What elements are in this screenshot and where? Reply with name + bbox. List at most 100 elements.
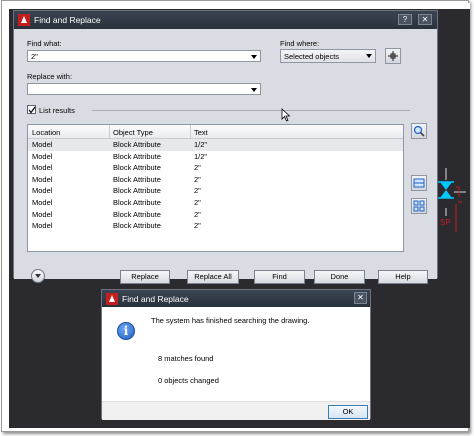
cell-object-type: Block Attribute (113, 198, 161, 207)
chevron-down-icon[interactable] (251, 88, 257, 92)
replace-button-label: Replace (131, 272, 159, 281)
find-where-label: Find where: (280, 39, 320, 48)
cell-text: 2" (194, 174, 201, 184)
zoom-icon (413, 125, 425, 137)
help-icon: ? (402, 15, 408, 24)
cell-location: Model (32, 186, 53, 196)
ok-button[interactable]: OK (328, 405, 368, 419)
cell-text: 2" (194, 198, 201, 207)
chevron-down-icon[interactable] (366, 54, 372, 58)
replace-all-button[interactable]: Replace All (187, 270, 239, 284)
cell-object-type: Block Attribute (113, 140, 161, 149)
close-icon: ✕ (357, 293, 364, 302)
search-complete-dialog: Find and Replace ✕ i The system has fini… (101, 289, 371, 420)
table-row[interactable]: Model Block Attribute 1/2" (28, 151, 403, 163)
message-line-2: 8 matches found (158, 354, 214, 363)
table-row[interactable]: Model Block Attribute 1/2" (28, 139, 403, 151)
info-icon: i (117, 322, 135, 340)
title-help-button[interactable]: ? (398, 14, 412, 25)
divider (92, 110, 410, 111)
done-button-label: Done (330, 272, 349, 281)
cad-valve-symbol: SP (438, 168, 466, 232)
table-row[interactable]: Model Block Attribute 2" (28, 162, 403, 174)
find-what-value: 2" (31, 52, 38, 61)
canvas-top-edge (9, 3, 470, 9)
table-row[interactable]: Model Block Attribute 2" (28, 185, 403, 197)
column-divider[interactable] (109, 125, 110, 139)
cell-location: Model (32, 151, 53, 161)
cell-object-type: Block Attribute (113, 174, 161, 184)
table-row[interactable]: Model Block Attribute 2" (28, 220, 403, 232)
help-button[interactable]: Help (378, 270, 428, 284)
message-body: i The system has finished searching the … (102, 307, 370, 420)
done-button[interactable]: Done (314, 270, 365, 284)
find-replace-dialog: Find and Replace ? ✕ Find what: 2" Find … (13, 10, 438, 284)
create-selection-set-highlighted-button[interactable] (411, 198, 427, 214)
results-list-header: Location Object Type Text (28, 125, 403, 139)
message-titlebar[interactable]: Find and Replace ✕ (102, 290, 370, 307)
selection-set-icon (413, 178, 425, 188)
help-button-label: Help (395, 272, 411, 281)
message-footer: OK (102, 401, 370, 420)
find-where-select[interactable]: Selected objects (280, 49, 376, 63)
find-what-input[interactable]: 2" (27, 50, 261, 62)
table-row[interactable]: Model Block Attribute 2" (28, 209, 403, 221)
results-list[interactable]: Location Object Type Text Model Block At… (27, 124, 404, 252)
create-selection-set-button[interactable] (411, 175, 427, 191)
find-replace-body: Find what: 2" Find where: Selected objec… (14, 29, 437, 284)
chevron-down-icon[interactable] (251, 55, 257, 59)
message-title: Find and Replace (122, 294, 189, 304)
replace-button[interactable]: Replace (120, 270, 170, 284)
cell-text: 2" (194, 221, 201, 231)
expand-options-button[interactable] (31, 269, 45, 283)
find-replace-titlebar[interactable]: Find and Replace ? ✕ (14, 11, 437, 29)
column-header-text[interactable]: Text (194, 128, 208, 137)
select-objects-icon (388, 51, 398, 61)
column-header-object-type[interactable]: Object Type (113, 128, 153, 137)
cell-text: 2" (194, 163, 201, 173)
message-close-button[interactable]: ✕ (354, 292, 367, 304)
cell-object-type: Block Attribute (113, 221, 161, 231)
column-divider[interactable] (190, 125, 191, 139)
cell-location: Model (32, 198, 53, 207)
table-row[interactable]: Model Block Attribute 2" (28, 197, 403, 209)
ok-button-label: OK (342, 407, 354, 416)
replace-with-input[interactable] (27, 83, 261, 95)
list-results-checkbox[interactable] (27, 105, 36, 114)
selection-grid-icon (413, 200, 425, 212)
cell-object-type: Block Attribute (113, 186, 161, 196)
cad-label: SP (440, 218, 451, 227)
cell-location: Model (32, 221, 53, 231)
cell-object-type: Block Attribute (113, 163, 161, 173)
message-line-3: 0 objects changed (158, 376, 219, 385)
cell-text: 1/2" (194, 140, 208, 149)
checkmark-icon (28, 106, 36, 114)
mouse-cursor-icon (281, 108, 291, 122)
cell-object-type: Block Attribute (113, 151, 161, 161)
app-logo-icon (106, 293, 118, 305)
message-line-1: The system has finished searching the dr… (151, 316, 310, 325)
find-button-label: Find (272, 272, 287, 281)
replace-with-label: Replace with: (27, 72, 73, 81)
cell-text: 1/2" (194, 151, 208, 161)
title-close-button[interactable]: ✕ (418, 14, 432, 25)
cell-location: Model (32, 140, 53, 149)
list-results-label: List results (39, 106, 75, 115)
select-objects-button[interactable] (385, 48, 401, 64)
find-button[interactable]: Find (254, 270, 305, 284)
cell-location: Model (32, 174, 53, 184)
dialog-title: Find and Replace (34, 15, 101, 25)
zoom-to-highlighted-button[interactable] (411, 123, 427, 139)
cell-text: 2" (194, 209, 201, 219)
close-icon: ✕ (421, 15, 429, 24)
cell-location: Model (32, 163, 53, 173)
find-what-label: Find what: (27, 39, 62, 48)
table-row[interactable]: Model Block Attribute 2" (28, 174, 403, 186)
cell-text: 2" (194, 186, 201, 196)
cell-object-type: Block Attribute (113, 209, 161, 219)
cell-location: Model (32, 209, 53, 219)
replace-all-button-label: Replace All (194, 272, 232, 281)
column-header-location[interactable]: Location (32, 128, 60, 137)
app-logo-icon (18, 14, 30, 26)
find-where-value: Selected objects (284, 52, 340, 61)
